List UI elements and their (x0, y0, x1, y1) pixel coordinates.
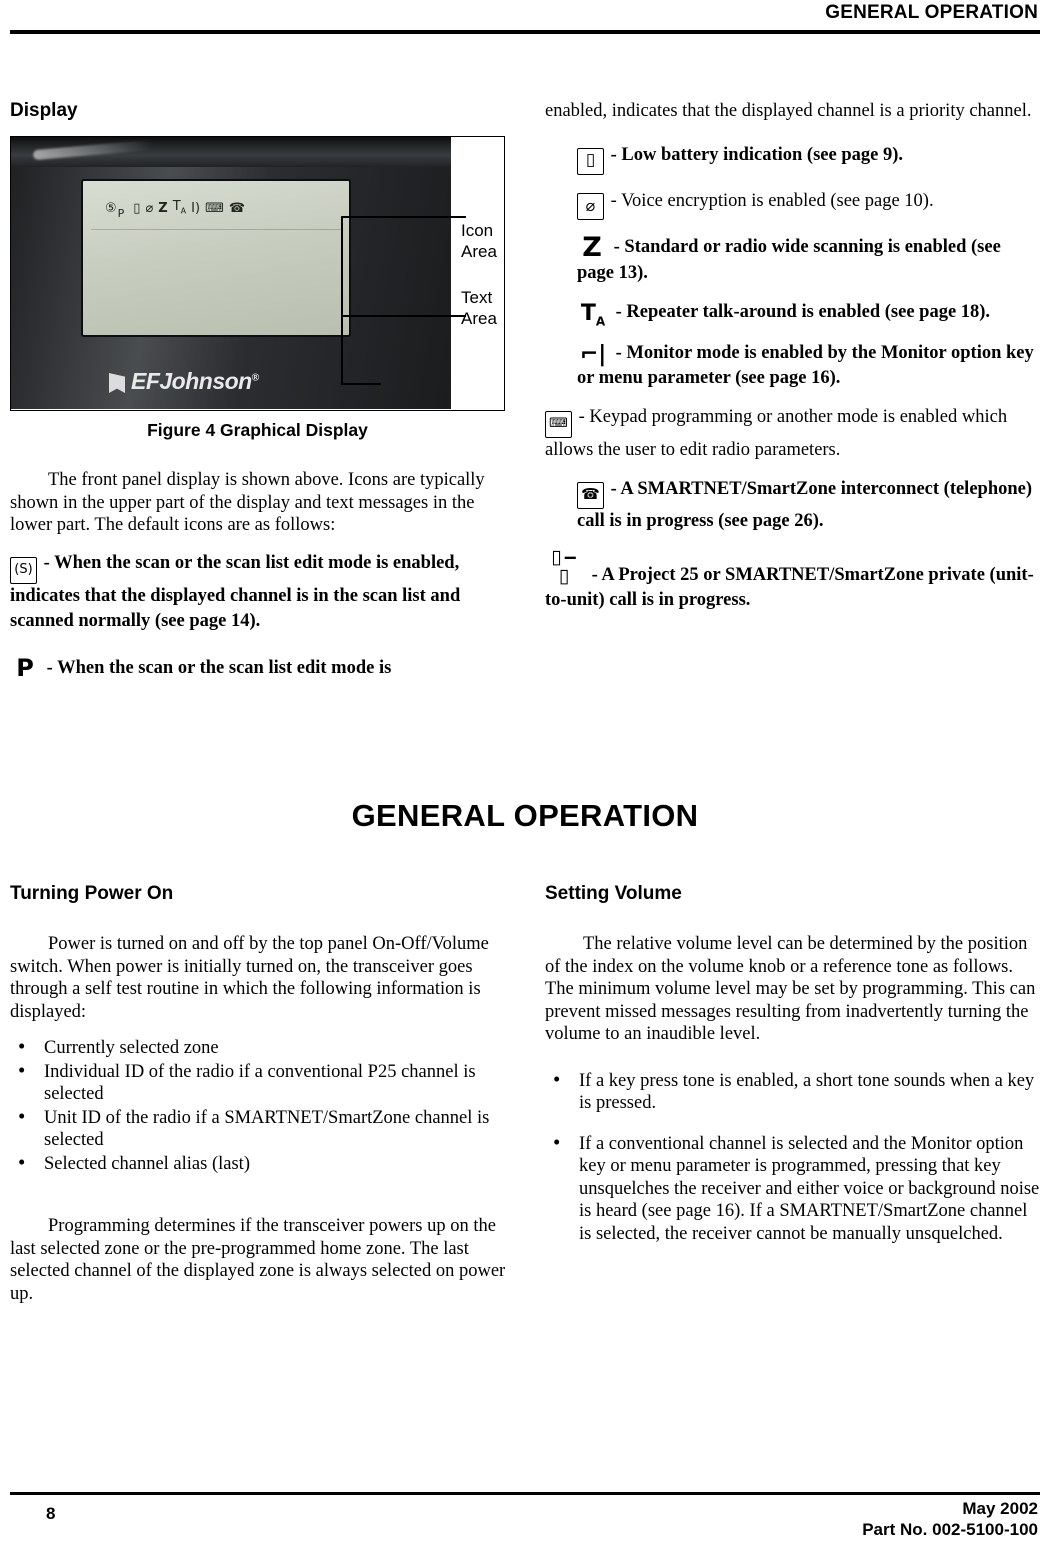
battery-icon: ▯ (133, 200, 141, 216)
icon-area-label-line2: Area (461, 242, 497, 261)
icon-item-scan-list: (S) - When the scan or the scan list edi… (10, 551, 505, 634)
text-area-callout-label: Text Area (461, 287, 497, 329)
page-header-title: GENERAL OPERATION (825, 2, 1038, 23)
header-divider (10, 30, 1040, 34)
lower-right-column: Setting Volume The relative volume level… (545, 883, 1042, 1263)
list-item: If a key press tone is enabled, a short … (545, 1068, 1042, 1115)
page-number: 8 (46, 1504, 56, 1523)
phone-icon: ☎ (228, 200, 246, 216)
keypad-icon: ⌨ (205, 200, 224, 216)
turning-power-on-paragraph-1: Power is turned on and off by the top pa… (10, 934, 489, 1022)
encryption-key-icon: ⌀ (145, 200, 154, 216)
private-call-icon: ▯‒▯ (551, 545, 579, 587)
turning-power-on-heading: Turning Power On (10, 883, 174, 904)
callout-line-icon-horizontal (341, 216, 466, 218)
monitor-icon: Ⅰ) (191, 200, 201, 216)
icon-item-talk-around-text: - Repeater talk-around is enabled (see p… (615, 301, 991, 322)
brand-text: EFJohnson (131, 368, 252, 394)
figure-graphical-display: ⑤ P ▯ ⌀ Z TA Ⅰ) ⌨ ☎ EFJohnson® Icon Area… (10, 136, 505, 411)
phone-icon: ☎ (577, 481, 604, 509)
power-on-bullet-list: Currently selected zone Individual ID of… (10, 1035, 510, 1176)
icon-item-priority: P - When the scan or the scan list edit … (10, 656, 505, 681)
document-page: GENERAL OPERATION Display ⑤ P ▯ ⌀ Z TA Ⅰ… (0, 0, 1050, 1563)
icon-item-priority-text: - When the scan or the scan list edit mo… (46, 657, 392, 678)
lcd-icon-text-divider (91, 229, 341, 230)
icon-item-keypad-programming: ⌨ - Keypad programming or another mode i… (545, 405, 1042, 463)
icon-item-voice-encryption: ⌀ - Voice encryption is enabled (see pag… (577, 189, 1042, 220)
priority-icon: P (117, 206, 125, 220)
scan-list-icon: (S) (10, 556, 37, 584)
talk-around-icon: TA (580, 300, 606, 328)
icon-item-low-battery-text: - Low battery indication (see page 9). (610, 144, 903, 165)
callout-line-text-horizontal (341, 315, 466, 317)
lcd-icon-row: ⑤ P ▯ ⌀ Z TA Ⅰ) ⌨ ☎ (105, 191, 335, 225)
list-item: Currently selected zone (10, 1035, 510, 1060)
callout-line-icon-vertical (341, 216, 343, 276)
left-column: Display ⑤ P ▯ ⌀ Z TA Ⅰ) ⌨ ☎ EFJohnson® I… (10, 100, 505, 695)
display-paragraph-1: The front panel display is shown above. … (10, 470, 485, 535)
efjohnson-logo-mark (109, 373, 125, 393)
turning-power-on-paragraph-2: Programming determines if the transceive… (10, 1216, 506, 1304)
lower-left-column: Turning Power On Power is turned on and … (10, 883, 510, 1319)
list-item: Unit ID of the radio if a SMARTNET/Smart… (10, 1105, 510, 1152)
radio-photo: ⑤ P ▯ ⌀ Z TA Ⅰ) ⌨ ☎ EFJohnson® (11, 137, 451, 409)
continued-paragraph: enabled, indicates that the displayed ch… (545, 101, 1032, 121)
scan-z-icon: Z (582, 231, 602, 263)
figure-caption: Figure 4 Graphical Display (147, 420, 368, 440)
icon-item-keypad-programming-text: - Keypad programming or another mode is … (545, 406, 1008, 460)
icon-item-interconnect-call-text: - A SMARTNET/SmartZone interconnect (tel… (577, 478, 1033, 531)
right-column: enabled, indicates that the displayed ch… (545, 100, 1042, 627)
icon-area-label-line1: Icon (461, 221, 494, 240)
icon-item-talk-around: TA - Repeater talk-around is enabled (se… (577, 300, 1042, 327)
icon-item-private-call-text: - A Project 25 or SMARTNET/SmartZone pri… (545, 564, 1034, 610)
list-item: If a conventional channel is selected an… (545, 1131, 1042, 1246)
setting-volume-heading: Setting Volume (545, 883, 682, 904)
keypad-icon: ⌨ (545, 410, 572, 438)
volume-bullet-list: If a key press tone is enabled, a short … (545, 1068, 1042, 1246)
efjohnson-wordmark: EFJohnson® (131, 368, 259, 395)
monitor-icon: ⌐| (579, 341, 607, 367)
icon-item-scan-z-text: - Standard or radio wide scanning is ena… (577, 236, 1001, 283)
footer-date: May 2002 (962, 1499, 1038, 1518)
battery-icon: ▯ (577, 147, 604, 175)
setting-volume-paragraph-1: The relative volume level can be determi… (545, 934, 1036, 1044)
icon-area-callout-label: Icon Area (461, 220, 497, 262)
callout-line-text-vertical (341, 276, 343, 384)
priority-icon: P (16, 653, 34, 682)
footer-divider (10, 1492, 1040, 1495)
icon-item-monitor: ⌐| - Monitor mode is enabled by the Moni… (577, 341, 1042, 391)
general-operation-heading: GENERAL OPERATION (351, 798, 699, 833)
scan-z-icon: Z (158, 200, 168, 216)
key-encryption-icon: ⌀ (577, 192, 604, 220)
list-item: Individual ID of the radio if a conventi… (10, 1059, 510, 1106)
icon-item-voice-encryption-text: - Voice encryption is enabled (see page … (610, 190, 934, 211)
icon-item-private-call: ▯‒▯ - A Project 25 or SMARTNET/SmartZone… (545, 545, 1042, 613)
icon-item-scan-z: Z - Standard or radio wide scanning is e… (577, 234, 1042, 286)
display-section-heading: Display (10, 100, 78, 121)
text-area-label-line2: Area (461, 309, 497, 328)
icon-item-scan-list-text: - When the scan or the scan list edit mo… (10, 552, 461, 631)
icon-item-low-battery: ▯ - Low battery indication (see page 9). (577, 143, 1042, 175)
scan-list-icon: ⑤ (105, 200, 117, 216)
footer-meta: May 2002 Part No. 002-5100-100 (862, 1498, 1038, 1540)
talk-around-icon: TA (172, 199, 187, 216)
icon-item-interconnect-call: ☎ - A SMARTNET/SmartZone interconnect (t… (577, 477, 1042, 534)
list-item: Selected channel alias (last) (10, 1151, 510, 1176)
registered-mark: ® (251, 372, 259, 384)
callout-line-text-bottom (341, 383, 381, 385)
footer-part-number: Part No. 002-5100-100 (862, 1520, 1038, 1539)
text-area-label-line1: Text (461, 288, 493, 307)
radio-lcd-screen: ⑤ P ▯ ⌀ Z TA Ⅰ) ⌨ ☎ (81, 179, 351, 337)
icon-item-monitor-text: - Monitor mode is enabled by the Monitor… (577, 342, 1034, 388)
